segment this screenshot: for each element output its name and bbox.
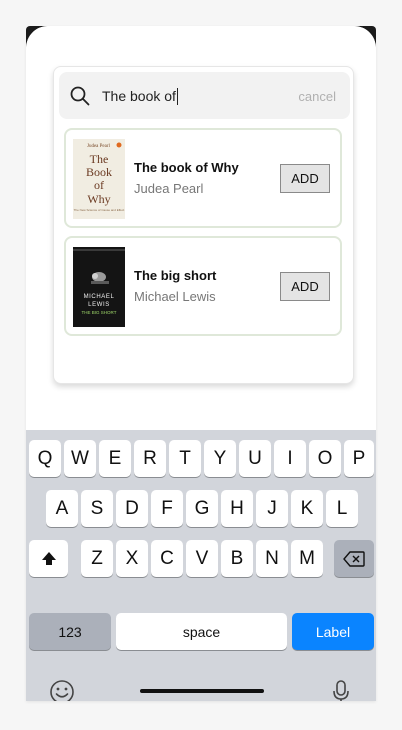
search-query-text: The book of: [102, 88, 176, 104]
key-x[interactable]: X: [116, 540, 148, 577]
cover-title-line: Book: [86, 165, 112, 179]
key-p[interactable]: P: [344, 440, 374, 477]
backspace-icon: [343, 550, 365, 567]
book-author: Michael Lewis: [134, 289, 216, 304]
key-t[interactable]: T: [169, 440, 201, 477]
key-m[interactable]: M: [291, 540, 323, 577]
key-k[interactable]: K: [291, 490, 323, 527]
key-b[interactable]: B: [221, 540, 253, 577]
cover-title-line: of: [94, 178, 104, 192]
cover-author-text: Judea Pearl: [87, 144, 111, 149]
key-z[interactable]: Z: [81, 540, 113, 577]
book-cover-big-short: MICHAEL LEWIS THE BIG SHORT: [73, 247, 125, 327]
key-n[interactable]: N: [256, 540, 288, 577]
home-indicator: [140, 689, 264, 693]
key-v[interactable]: V: [186, 540, 218, 577]
key-w[interactable]: W: [64, 440, 96, 477]
key-e[interactable]: E: [99, 440, 131, 477]
key-q[interactable]: Q: [29, 440, 61, 477]
cover-title-line: Why: [87, 192, 110, 206]
cover-subtitle: The New Science of Cause and Effect: [74, 208, 125, 212]
book-title: The book of Why: [134, 160, 239, 175]
key-j[interactable]: J: [256, 490, 288, 527]
key-s[interactable]: S: [81, 490, 113, 527]
delete-key[interactable]: [334, 540, 374, 577]
key-a[interactable]: A: [46, 490, 78, 527]
search-icon: [70, 86, 90, 106]
key-d[interactable]: D: [116, 490, 148, 527]
book-title: The big short: [134, 268, 217, 283]
microphone-icon[interactable]: [331, 679, 351, 701]
cover-author-line: MICHAEL: [84, 294, 115, 300]
key-y[interactable]: Y: [204, 440, 236, 477]
cancel-button[interactable]: cancel: [298, 89, 336, 104]
key-i[interactable]: I: [274, 440, 306, 477]
add-button[interactable]: ADD: [280, 272, 330, 301]
return-key[interactable]: Label: [292, 613, 374, 650]
result-item: Judea Pearl The Book of Why The New Scie…: [64, 128, 342, 228]
on-screen-keyboard: Q W E R T Y U I O P A S D F G H J K L Z …: [26, 430, 376, 701]
shift-arrow-icon: [41, 551, 56, 565]
numbers-key[interactable]: 123: [29, 613, 111, 650]
key-r[interactable]: R: [134, 440, 166, 477]
cover-author-line: LEWIS: [88, 302, 110, 308]
text-caret: [176, 87, 179, 105]
cover-title-line: THE BIG SHORT: [82, 310, 117, 315]
search-input[interactable]: The book of: [102, 87, 179, 105]
key-u[interactable]: U: [239, 440, 271, 477]
search-card: The book of cancel Judea Pearl The Book …: [53, 66, 354, 384]
emoji-icon[interactable]: [49, 679, 75, 701]
key-l[interactable]: L: [326, 490, 358, 527]
key-g[interactable]: G: [186, 490, 218, 527]
key-f[interactable]: F: [151, 490, 183, 527]
key-o[interactable]: O: [309, 440, 341, 477]
phone-screen: The book of cancel Judea Pearl The Book …: [26, 26, 376, 701]
result-item: MICHAEL LEWIS THE BIG SHORT The big shor…: [64, 236, 342, 336]
search-bar[interactable]: The book of cancel: [59, 72, 350, 119]
key-c[interactable]: C: [151, 540, 183, 577]
book-cover-book-of-why: Judea Pearl The Book of Why The New Scie…: [73, 139, 125, 219]
shift-key[interactable]: [29, 540, 68, 577]
add-button[interactable]: ADD: [280, 164, 330, 193]
cover-title-line: The: [90, 152, 109, 166]
book-author: Judea Pearl: [134, 181, 204, 196]
space-key[interactable]: space: [116, 613, 287, 650]
key-h[interactable]: H: [221, 490, 253, 527]
